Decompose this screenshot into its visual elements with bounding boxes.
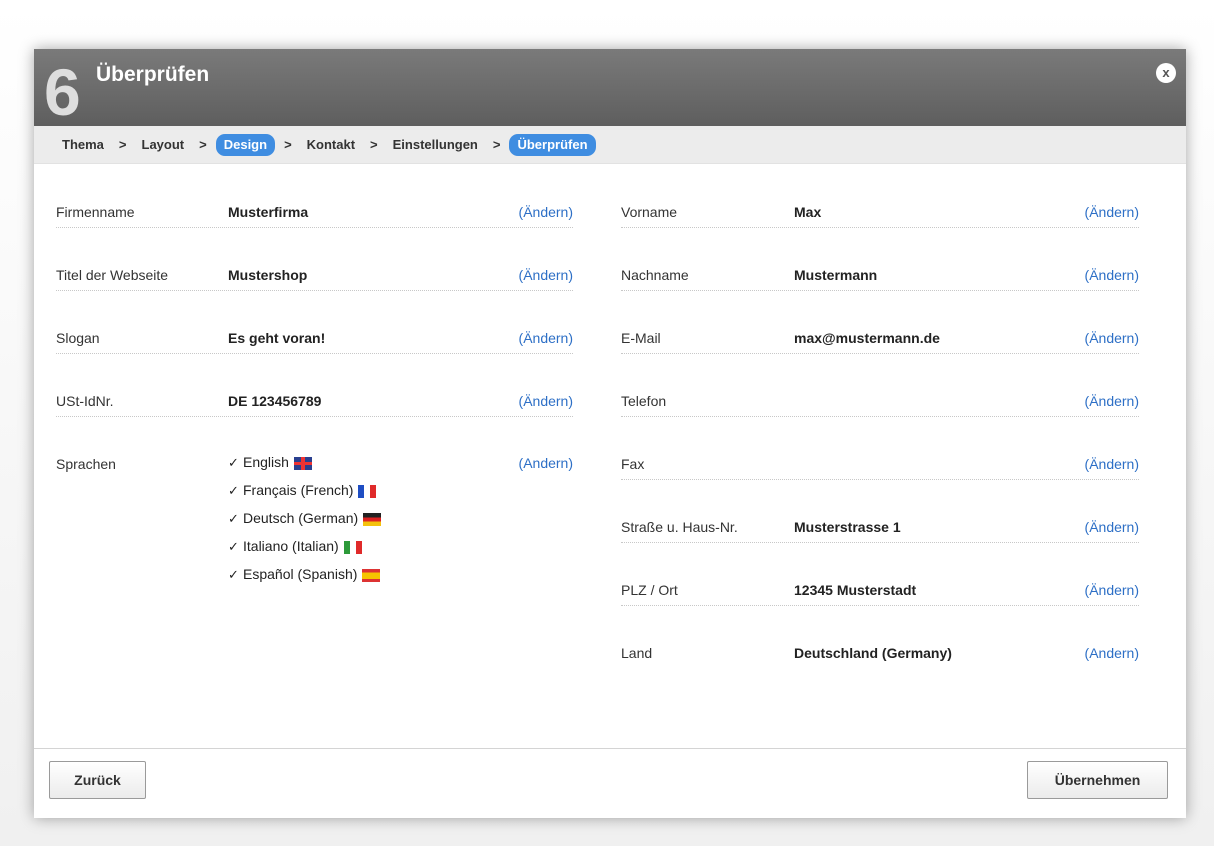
language-name: English bbox=[243, 454, 289, 470]
apply-button[interactable]: Übernehmen bbox=[1027, 761, 1168, 799]
field-row-telefon: Telefon (Ändern) bbox=[621, 354, 1139, 417]
change-link[interactable]: (Ändern) bbox=[1085, 519, 1139, 535]
breadcrumb-item-kontakt[interactable]: Kontakt bbox=[301, 134, 361, 156]
change-link[interactable]: (Ändern) bbox=[1085, 456, 1139, 472]
field-row-fax: Fax (Ändern) bbox=[621, 417, 1139, 480]
change-link[interactable]: (Ändern) bbox=[519, 204, 573, 220]
field-label: Sprachen bbox=[56, 456, 116, 472]
language-item: ✓ English bbox=[228, 454, 381, 482]
breadcrumb: Thema > Layout > Design > Kontakt > Eins… bbox=[34, 126, 1186, 164]
dialog-titlebar: 6 Überprüfen x bbox=[34, 49, 1186, 126]
field-row-sprachen: Sprachen (Andern) ✓ English ✓ Français (… bbox=[56, 417, 573, 582]
breadcrumb-separator: > bbox=[199, 137, 207, 152]
review-content: Firmenname Musterfirma (Ändern) Titel de… bbox=[34, 165, 1186, 748]
germany-flag-icon bbox=[363, 513, 382, 526]
breadcrumb-separator: > bbox=[284, 137, 292, 152]
field-row-firmenname: Firmenname Musterfirma (Ändern) bbox=[56, 165, 573, 228]
uk-flag-icon bbox=[293, 457, 312, 470]
checkmark-icon: ✓ bbox=[228, 483, 239, 498]
breadcrumb-item-ueberpruefen[interactable]: Überprüfen bbox=[509, 133, 596, 156]
field-label: Telefon bbox=[621, 393, 667, 409]
field-label: Titel der Webseite bbox=[56, 267, 169, 283]
field-label: PLZ / Ort bbox=[621, 582, 678, 598]
review-dialog: 6 Überprüfen x Thema > Layout > Design >… bbox=[34, 49, 1186, 818]
field-label: Vorname bbox=[621, 204, 678, 220]
breadcrumb-separator: > bbox=[118, 137, 127, 152]
language-name: Deutsch (German) bbox=[243, 510, 359, 526]
field-value: Deutschland (Germany) bbox=[794, 645, 952, 661]
change-link[interactable]: (Ändern) bbox=[1085, 330, 1139, 346]
field-row-nachname: Nachname Mustermann (Ändern) bbox=[621, 228, 1139, 291]
change-link[interactable]: (Andern) bbox=[1085, 645, 1139, 661]
dialog-footer: Zurück Übernehmen bbox=[34, 748, 1186, 818]
field-value: 12345 Musterstadt bbox=[794, 582, 917, 598]
change-link[interactable]: (Andern) bbox=[519, 455, 573, 471]
change-link[interactable]: (Ändern) bbox=[519, 393, 573, 409]
breadcrumb-item-layout[interactable]: Layout bbox=[136, 134, 191, 156]
breadcrumb-separator: > bbox=[492, 137, 501, 152]
checkmark-icon: ✓ bbox=[228, 455, 239, 470]
spain-flag-icon bbox=[362, 569, 381, 582]
field-label: Nachname bbox=[621, 267, 689, 283]
field-row-vorname: Vorname Max (Ändern) bbox=[621, 165, 1139, 228]
field-row-email: E-Mail max@mustermann.de (Ändern) bbox=[621, 291, 1139, 354]
field-label: Firmenname bbox=[56, 204, 135, 220]
field-label: Straße u. Haus-Nr. bbox=[621, 519, 738, 535]
field-value: max@mustermann.de bbox=[794, 330, 940, 346]
change-link[interactable]: (Ändern) bbox=[1085, 204, 1139, 220]
field-row-ustid: USt-IdNr. DE 123456789 (Ändern) bbox=[56, 354, 573, 417]
italy-flag-icon bbox=[343, 541, 362, 554]
close-icon[interactable]: x bbox=[1156, 63, 1176, 83]
back-button[interactable]: Zurück bbox=[49, 761, 146, 799]
field-label: USt-IdNr. bbox=[56, 393, 114, 409]
change-link[interactable]: (Ändern) bbox=[1085, 393, 1139, 409]
contact-column: Vorname Max (Ändern) Nachname Mustermann… bbox=[621, 165, 1139, 669]
language-name: Español (Spanish) bbox=[243, 566, 358, 582]
checkmark-icon: ✓ bbox=[228, 567, 239, 582]
language-name: Italiano (Italian) bbox=[243, 538, 339, 554]
field-value: Es geht voran! bbox=[228, 330, 326, 346]
language-item: ✓ Deutsch (German) bbox=[228, 510, 382, 538]
field-row-strasse: Straße u. Haus-Nr. Musterstrasse 1 (Ände… bbox=[621, 480, 1139, 543]
language-item: ✓ Italiano (Italian) bbox=[228, 538, 381, 566]
field-value: Musterstrasse 1 bbox=[794, 519, 901, 535]
field-row-slogan: Slogan Es geht voran! (Ändern) bbox=[56, 291, 573, 354]
company-column: Firmenname Musterfirma (Ändern) Titel de… bbox=[56, 165, 573, 582]
breadcrumb-item-einstellungen[interactable]: Einstellungen bbox=[387, 134, 484, 156]
field-value: Max bbox=[794, 204, 822, 220]
language-list: ✓ English ✓ Français (French) ✓ Deutsch … bbox=[228, 454, 382, 594]
change-link[interactable]: (Ändern) bbox=[519, 267, 573, 283]
field-value: Musterfirma bbox=[228, 204, 309, 220]
field-row-plz-ort: PLZ / Ort 12345 Musterstadt (Ändern) bbox=[621, 543, 1139, 606]
field-row-land: Land Deutschland (Germany) (Andern) bbox=[621, 606, 1139, 669]
change-link[interactable]: (Ändern) bbox=[1085, 582, 1139, 598]
breadcrumb-item-thema[interactable]: Thema bbox=[56, 134, 110, 156]
checkmark-icon: ✓ bbox=[228, 539, 239, 554]
field-row-titel: Titel der Webseite Mustershop (Ändern) bbox=[56, 228, 573, 291]
field-label: Slogan bbox=[56, 330, 100, 346]
checkmark-icon: ✓ bbox=[228, 511, 239, 526]
field-value: Mustershop bbox=[228, 267, 308, 283]
france-flag-icon bbox=[358, 485, 377, 498]
language-item: ✓ Français (French) bbox=[228, 482, 381, 510]
change-link[interactable]: (Ändern) bbox=[519, 330, 573, 346]
language-name: Français (French) bbox=[243, 482, 354, 498]
breadcrumb-item-design[interactable]: Design bbox=[215, 133, 276, 156]
field-label: E-Mail bbox=[621, 330, 661, 346]
change-link[interactable]: (Ändern) bbox=[1085, 267, 1139, 283]
breadcrumb-separator: > bbox=[370, 137, 378, 152]
language-item: ✓ Español (Spanish) bbox=[228, 566, 381, 594]
field-label: Fax bbox=[621, 456, 645, 472]
step-number: 6 bbox=[44, 55, 81, 129]
field-value: DE 123456789 bbox=[228, 393, 322, 409]
field-label: Land bbox=[621, 645, 653, 661]
field-value: Mustermann bbox=[794, 267, 878, 283]
dialog-title: Überprüfen bbox=[96, 63, 210, 86]
